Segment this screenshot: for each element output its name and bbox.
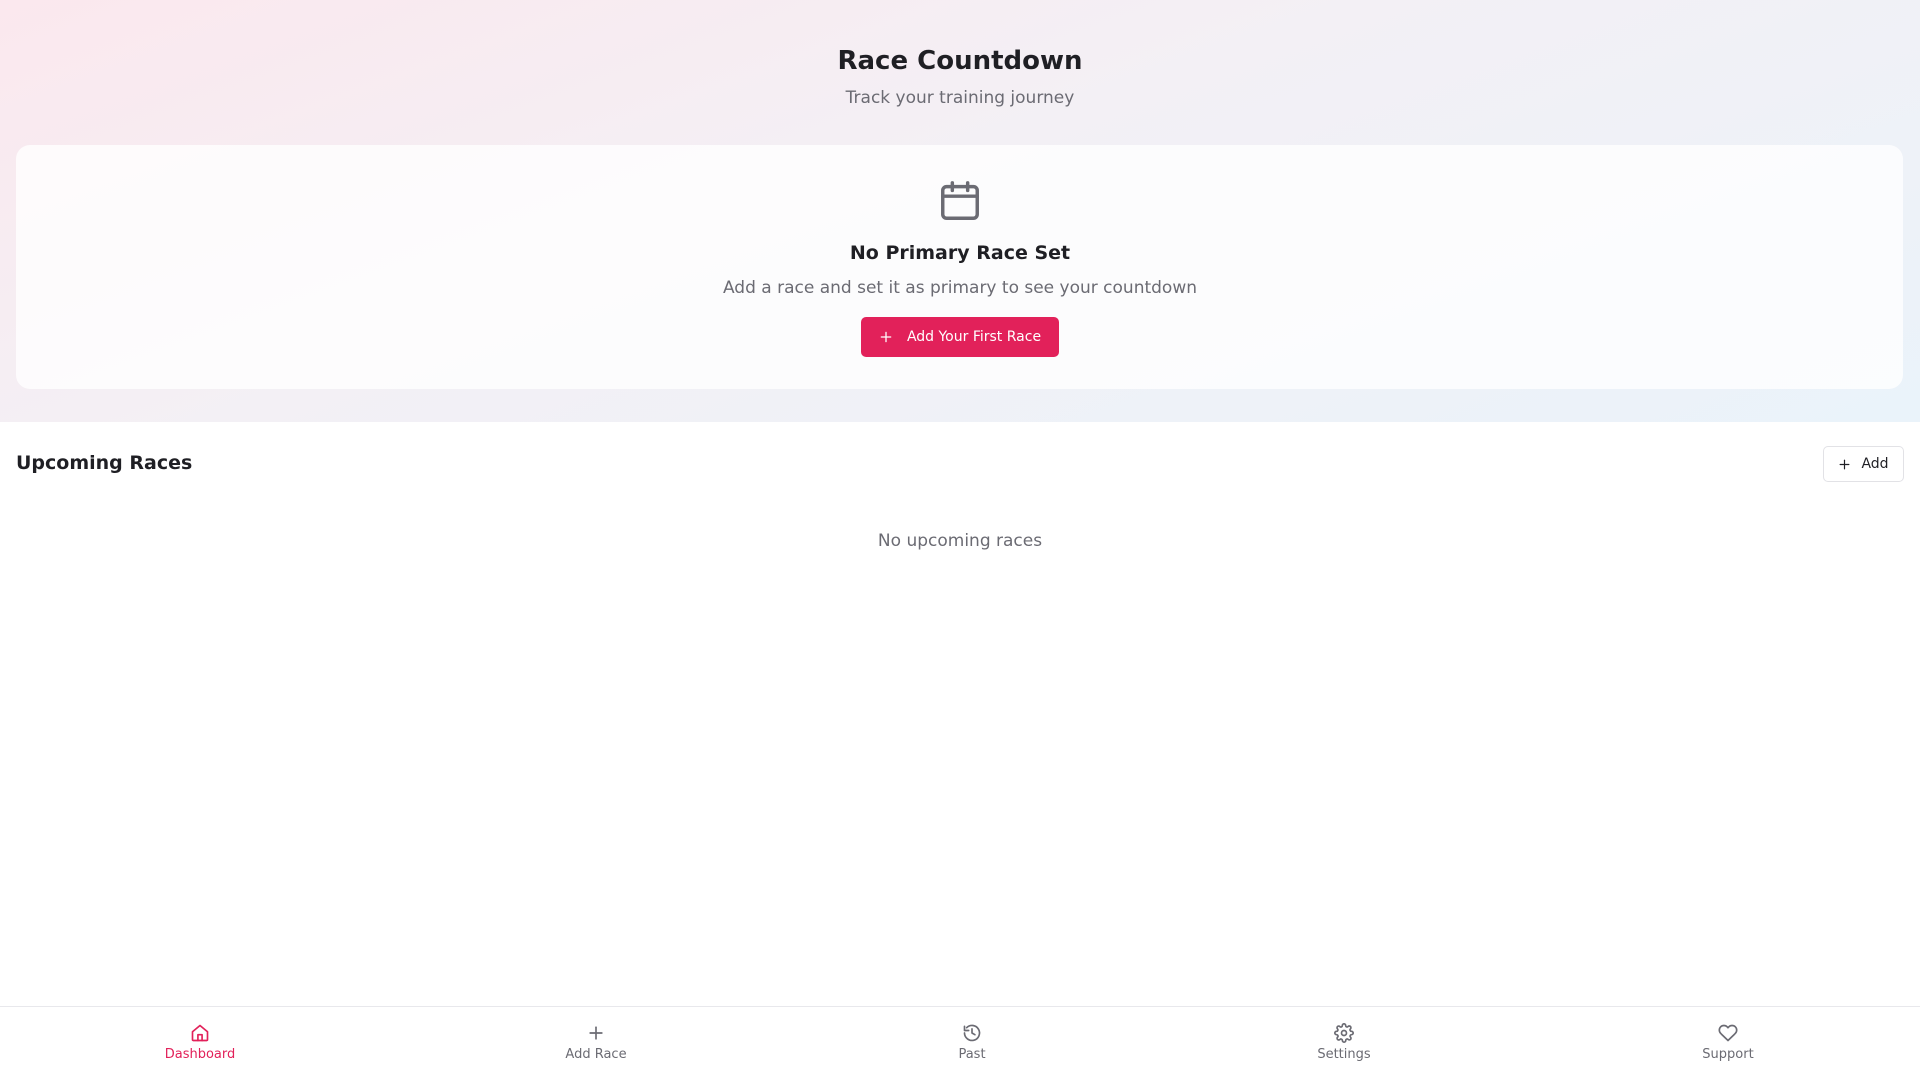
hero-section: Race Countdown Track your training journ…: [0, 0, 1920, 422]
primary-race-description: Add a race and set it as primary to see …: [722, 278, 1198, 298]
calendar-icon: [941, 181, 979, 220]
nav-item-settings[interactable]: Settings: [1264, 1023, 1424, 1062]
nav-label-dashboard: Dashboard: [164, 1047, 236, 1062]
primary-race-title: No Primary Race Set: [849, 242, 1071, 264]
add-race-button[interactable]: Add: [1823, 446, 1904, 482]
history-icon: [963, 1024, 981, 1042]
heart-icon: [1718, 1024, 1738, 1042]
nav-item-dashboard[interactable]: Dashboard: [120, 1023, 280, 1062]
upcoming-races-title: Upcoming Races: [16, 452, 193, 474]
nav-label-past: Past: [958, 1047, 986, 1062]
plus-icon: [880, 331, 892, 343]
page-subtitle: Track your training journey: [845, 88, 1075, 108]
add-race-label: Add: [1861, 456, 1889, 472]
empty-state-text: No upcoming races: [877, 531, 1043, 551]
page-title: Race Countdown: [837, 46, 1083, 76]
nav-item-support[interactable]: Support: [1648, 1023, 1808, 1062]
nav-label-add-race: Add Race: [565, 1047, 627, 1062]
plus-icon: [1840, 459, 1850, 469]
add-first-race-label: Add Your First Race: [906, 329, 1042, 345]
gear-icon: [1334, 1023, 1354, 1043]
nav-label-support: Support: [1702, 1047, 1754, 1062]
bottom-nav: Dashboard Add Race Past Settings Support: [0, 1006, 1920, 1080]
nav-item-past[interactable]: Past: [892, 1023, 1052, 1062]
add-first-race-button[interactable]: Add Your First Race: [861, 317, 1059, 357]
nav-item-add-race[interactable]: Add Race: [516, 1023, 676, 1062]
nav-label-settings: Settings: [1317, 1047, 1371, 1062]
plus-icon: [589, 1026, 603, 1040]
home-icon: [191, 1024, 209, 1042]
